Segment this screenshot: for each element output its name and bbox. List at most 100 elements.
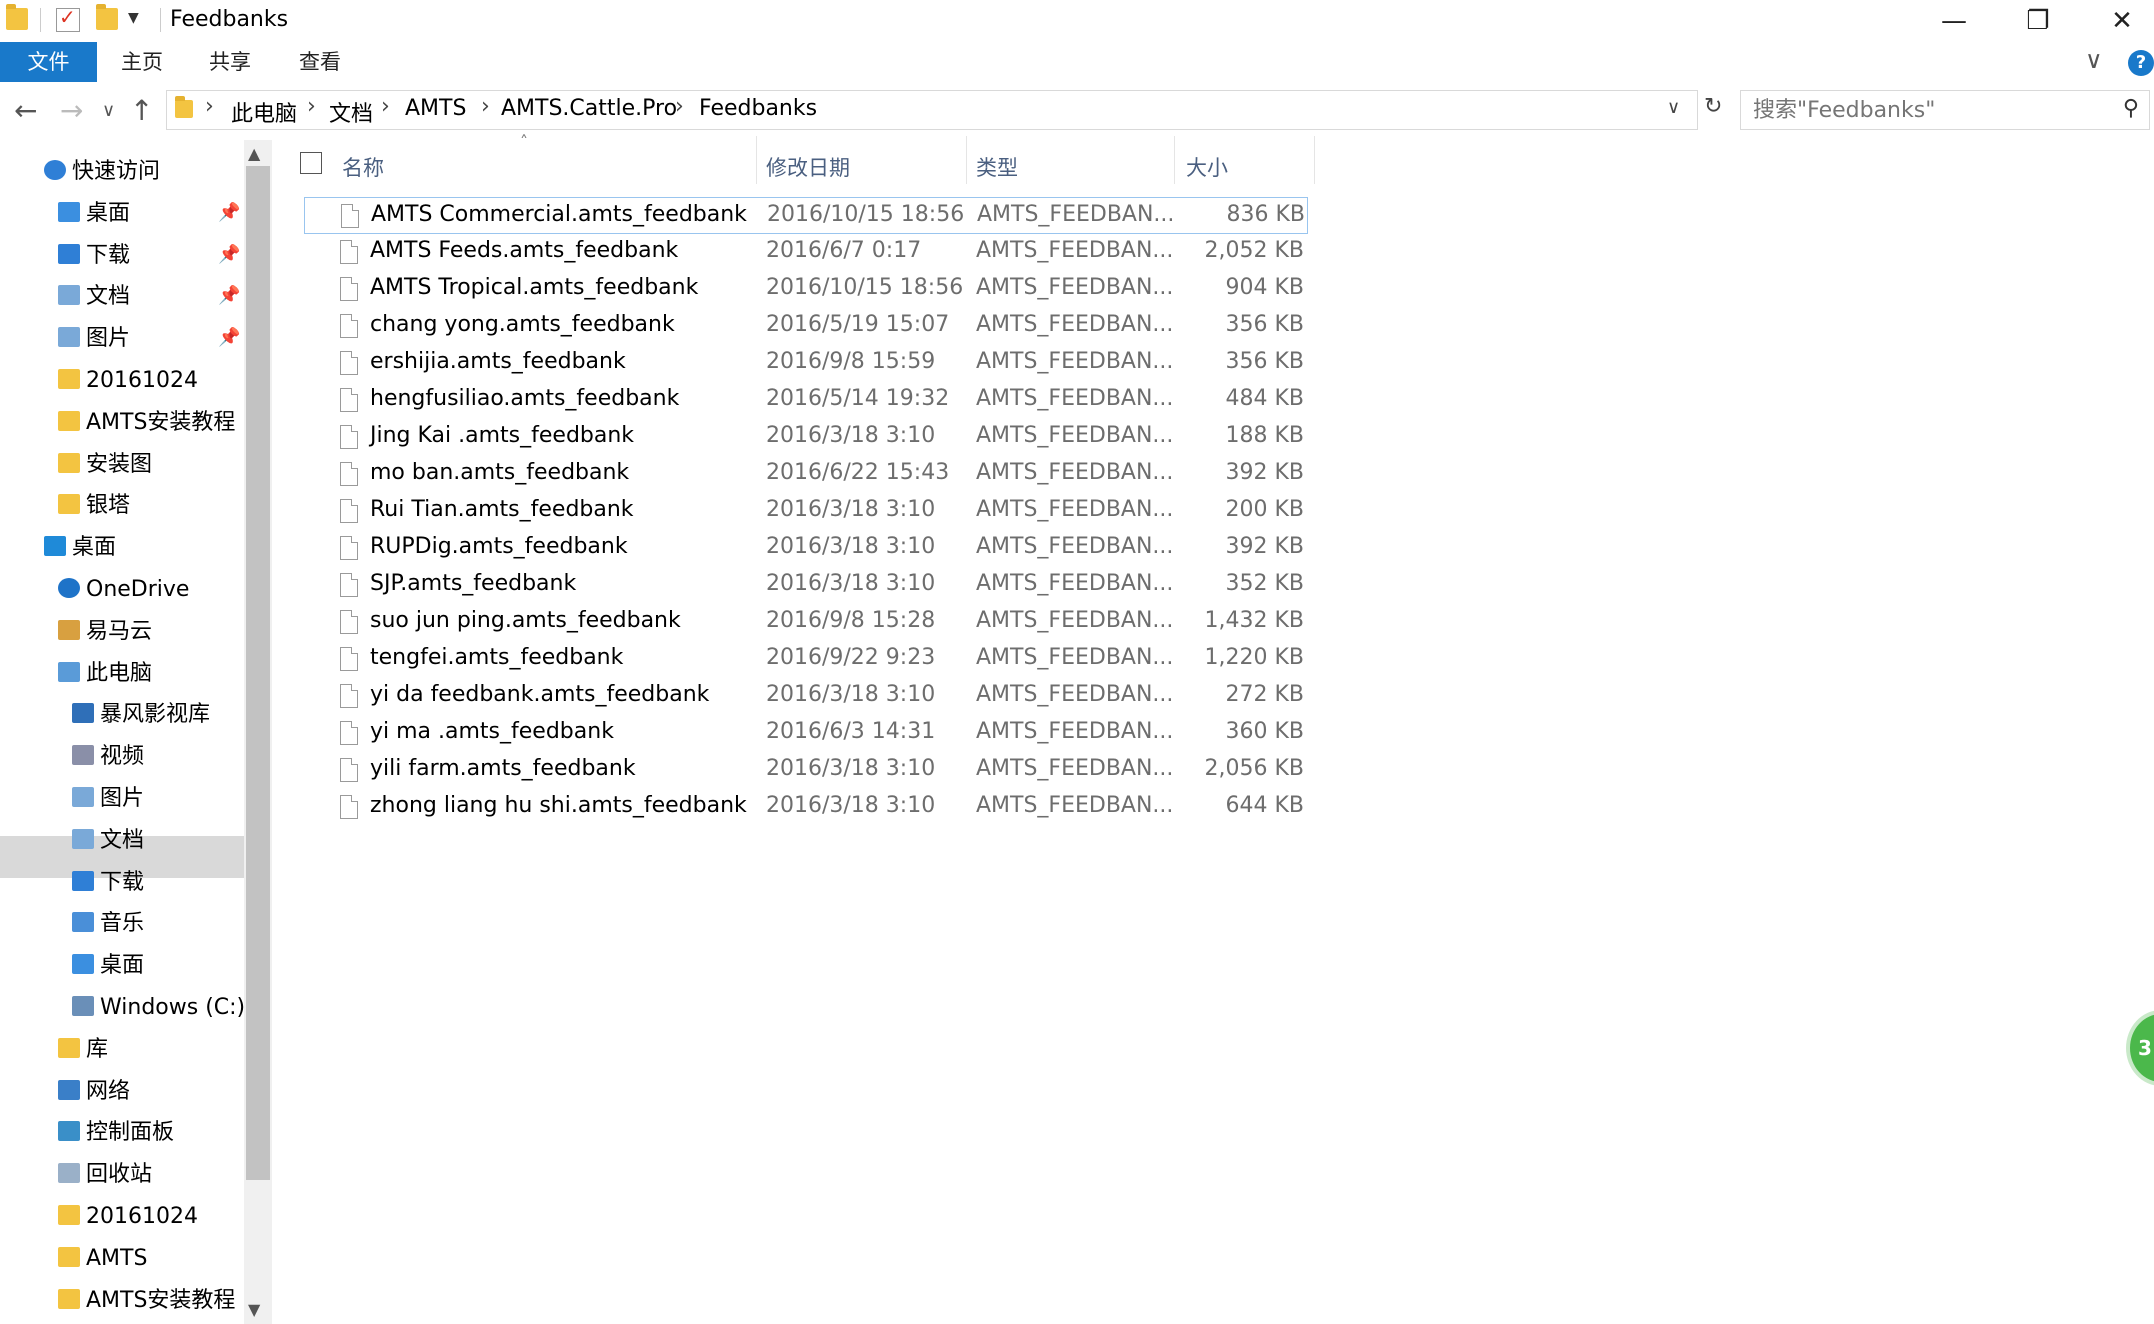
ribbon-expand-icon[interactable]: ∨ [2085,46,2103,74]
sidebar-item[interactable]: 20161024 [58,1197,198,1237]
file-row[interactable]: hengfusiliao.amts_feedbank 2016/5/14 19:3… [304,382,1308,419]
sidebar-item[interactable]: 快速访问 [44,152,160,192]
file-type: AMTS_FEEDBAN... [976,423,1174,448]
sidebar-item[interactable]: AMTS安装教程 [58,403,235,443]
qat-dropdown-icon[interactable]: ▼ [128,10,139,26]
file-row[interactable]: yi da feedbank.amts_feedbank 2016/3/18 3:… [304,678,1308,715]
sidebar-item[interactable]: 桌面 [72,946,144,986]
folder-icon[interactable] [6,4,28,30]
tab-home[interactable]: 主页 [110,42,174,82]
breadcrumb-documents[interactable]: 文档 [329,96,373,128]
file-row[interactable]: tengfei.amts_feedbank 2016/9/22 9:23 AMTS_… [304,641,1308,678]
recent-locations-icon[interactable]: ∨ [102,100,115,121]
up-arrow-icon[interactable]: ↑ [130,94,153,127]
breadcrumb-separator[interactable]: › [675,94,684,119]
refresh-icon[interactable]: ↻ [1704,94,1722,119]
restore-button[interactable]: ❐ [1996,0,2080,42]
tab-file[interactable]: 文件 [0,42,97,82]
sidebar-item[interactable]: 音乐 [72,904,144,944]
sidebar-item[interactable]: 图片 [72,779,144,819]
file-row[interactable]: chang yong.amts_feedbank 2016/5/19 15:07 A… [304,308,1308,345]
file-row[interactable]: yili farm.amts_feedbank 2016/3/18 3:10 AMT… [304,752,1308,789]
breadcrumb-separator[interactable]: › [481,94,490,119]
pin-icon[interactable]: 📌 [218,327,240,348]
folder-icon [175,96,193,118]
sidebar-item[interactable]: 视频 [72,737,144,777]
file-row[interactable]: suo jun ping.amts_feedbank 2016/9/8 15:28… [304,604,1308,641]
breadcrumb-separator[interactable]: › [381,94,390,119]
sidebar-item[interactable]: 图片 [58,319,130,359]
sidebar-item[interactable]: 下载 [72,863,144,903]
column-divider[interactable] [1314,136,1315,184]
close-button[interactable]: ✕ [2080,0,2154,42]
breadcrumb-separator[interactable]: › [205,94,214,119]
file-row[interactable]: mo ban.amts_feedbank 2016/6/22 15:43 AMTS_… [304,456,1308,493]
column-divider[interactable] [1174,136,1175,184]
title-divider [160,8,161,32]
pin-icon[interactable]: 📌 [218,202,240,223]
column-header-date[interactable]: 修改日期 [766,148,850,188]
sidebar-item[interactable]: 安装图 [58,445,152,485]
sidebar-item[interactable]: OneDrive [58,570,189,610]
search-input[interactable] [1751,95,2105,125]
properties-icon[interactable]: ✓ [56,5,80,32]
address-bar[interactable]: › 此电脑 › 文档 › AMTS › AMTS.Cattle.Pro › Fe… [166,90,1698,130]
sidebar-item[interactable]: 下载 [58,236,130,276]
file-row[interactable]: Rui Tian.amts_feedbank 2016/3/18 3:10 AMTS… [304,493,1308,530]
breadcrumb-feedbanks[interactable]: Feedbanks [699,96,817,121]
search-box[interactable]: ⚲ [1740,90,2150,130]
pin-icon[interactable]: 📌 [218,285,240,306]
sidebar-item[interactable]: 此电脑 [58,654,152,694]
column-header-name[interactable]: 名称 [342,148,384,188]
sidebar-item[interactable]: AMTS [58,1239,147,1279]
sidebar-item[interactable]: 文档 [58,277,130,317]
sidebar-item[interactable]: 20161024 [58,361,198,401]
sidebar-item[interactable]: 桌面 [44,528,116,568]
file-type: AMTS_FEEDBAN... [976,719,1174,744]
file-row[interactable]: AMTS Feeds.amts_feedbank 2016/6/7 0:17 AMT… [304,234,1308,271]
file-row[interactable]: AMTS Commercial.amts_feedbank 2016/10/15 … [304,197,1308,234]
pin-icon[interactable]: 📌 [218,244,240,265]
scroll-up-arrow-icon[interactable]: ▲ [248,144,260,163]
file-row[interactable]: RUPDig.amts_feedbank 2016/3/18 3:10 AMTS_F… [304,530,1308,567]
floating-widget-badge[interactable]: 31 [2126,1010,2154,1086]
forward-arrow-icon[interactable]: → [60,94,83,127]
file-row[interactable]: zhong liang hu shi.amts_feedbank 2016/3/1… [304,789,1308,826]
sidebar-item[interactable]: 回收站 [58,1155,152,1195]
scroll-down-arrow-icon[interactable]: ▼ [248,1300,260,1319]
file-row[interactable]: SJP.amts_feedbank 2016/3/18 3:10 AMTS_FEED… [304,567,1308,604]
sidebar-item[interactable]: 库 [58,1030,108,1070]
column-divider[interactable] [756,136,757,184]
sidebar-item-label: 银塔 [86,493,131,519]
sidebar-item[interactable]: 暴风影视库 [72,695,210,735]
tab-share[interactable]: 共享 [198,42,262,82]
sidebar-item[interactable]: AMTS安装教程 [58,1281,235,1321]
new-folder-icon[interactable] [96,4,118,30]
breadcrumb-amts[interactable]: AMTS [405,96,466,121]
back-arrow-icon[interactable]: ← [14,94,37,127]
help-button[interactable]: ? [2128,50,2154,76]
address-dropdown-icon[interactable]: ∨ [1667,97,1680,118]
column-header-size[interactable]: 大小 [1186,148,1228,188]
file-row[interactable]: yi ma .amts_feedbank 2016/6/3 14:31 AMTS_F… [304,715,1308,752]
search-icon[interactable]: ⚲ [2123,96,2139,121]
sidebar-item[interactable]: Windows (C:) [72,988,244,1028]
column-divider[interactable] [966,136,967,184]
file-row[interactable]: AMTS Tropical.amts_feedbank 2016/10/15 18… [304,271,1308,308]
sidebar-item[interactable]: 桌面 [58,194,130,234]
sidebar-item[interactable]: 银塔 [58,486,130,526]
sidebar-item[interactable]: 文档 [72,821,144,861]
sidebar-item[interactable]: 易马云 [58,612,152,652]
breadcrumb-separator[interactable]: › [307,94,316,119]
file-row[interactable]: Jing Kai .amts_feedbank 2016/3/18 3:10 AMT… [304,419,1308,456]
column-header-type[interactable]: 类型 [976,148,1018,188]
sidebar-item[interactable]: 网络 [58,1072,130,1112]
select-all-checkbox[interactable] [300,152,322,174]
sidebar-scroll-thumb[interactable] [246,166,270,1180]
minimize-button[interactable]: — [1912,0,1996,42]
tab-view[interactable]: 查看 [288,42,352,82]
sidebar-item[interactable]: 控制面板 [58,1113,174,1153]
breadcrumb-amts-cattle-pro[interactable]: AMTS.Cattle.Pro [501,96,677,121]
breadcrumb-this-pc[interactable]: 此电脑 [231,96,297,128]
file-row[interactable]: ershijia.amts_feedbank 2016/9/8 15:59 AMTS… [304,345,1308,382]
